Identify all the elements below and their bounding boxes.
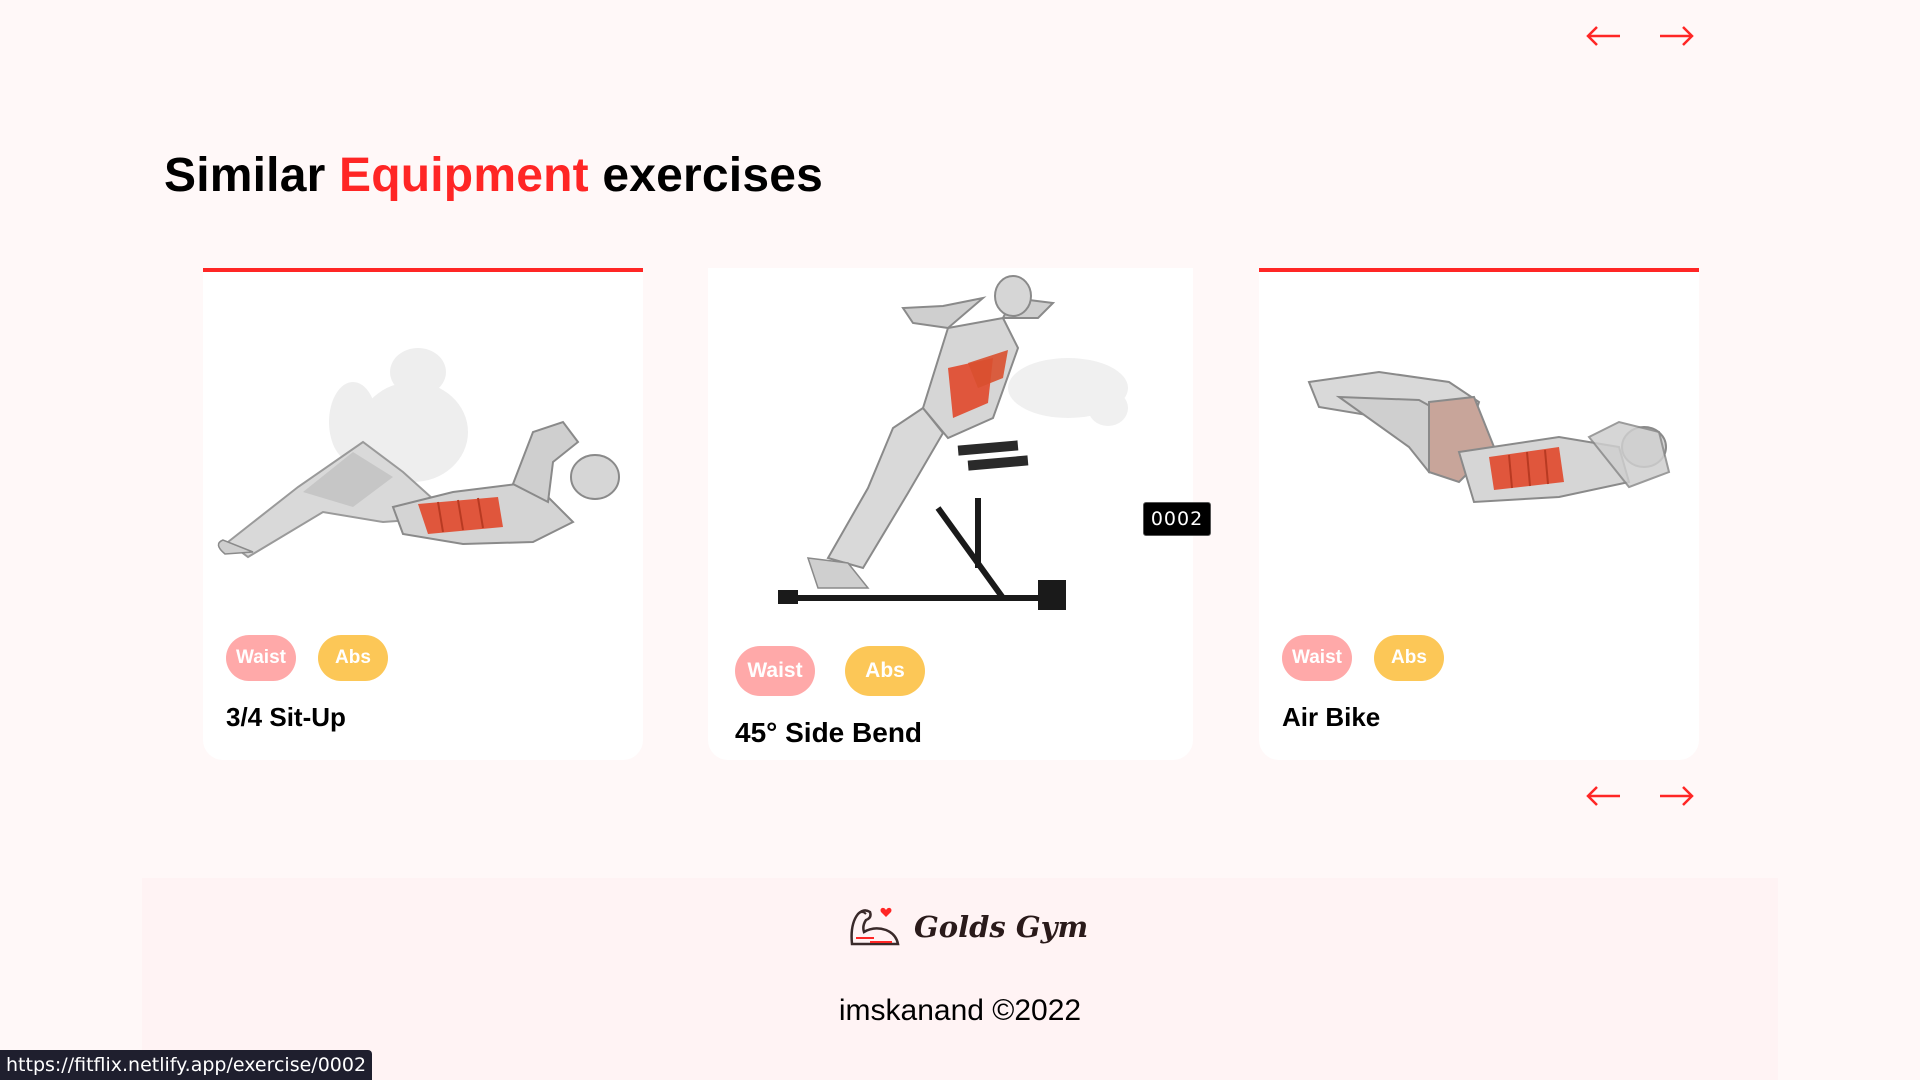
arrow-right-icon: [1660, 26, 1694, 46]
tag-row: Waist Abs: [1282, 635, 1444, 681]
tag-waist-button[interactable]: Waist: [735, 646, 815, 696]
footer: Golds Gym imskanand ©2022: [142, 878, 1778, 1080]
title-prefix: Similar: [164, 149, 340, 202]
exercise-card[interactable]: Waist Abs Air Bike: [1259, 268, 1699, 760]
tag-waist-button[interactable]: Waist: [226, 635, 296, 681]
scroll-right-button[interactable]: [1652, 778, 1700, 814]
exercise-id-tooltip: 0002: [1143, 502, 1211, 536]
tag-abs-button[interactable]: Abs: [318, 635, 388, 681]
brand-name: Golds Gym: [914, 910, 1089, 944]
scroll-right-button[interactable]: [1652, 18, 1700, 54]
exercise-name: 45° Side Bend: [735, 717, 923, 748]
tag-abs-button[interactable]: Abs: [845, 646, 925, 696]
side-bend-illustration: [778, 275, 1128, 610]
copyright-text: imskanand ©2022: [838, 994, 1082, 1027]
situp-illustration: [217, 348, 620, 559]
section-title: Similar Equipment exercises: [164, 148, 823, 203]
status-bar-url: https://fitflix.netlify.app/exercise/000…: [0, 1050, 373, 1080]
flexed-arm-heart-icon: [850, 907, 900, 946]
exercise-card[interactable]: Waist Abs 45° Side Bend: [708, 268, 1193, 760]
scroll-arrows-bottom: [1580, 778, 1700, 814]
page: Similar Equipment exercises Waist Abs 3/…: [0, 0, 1920, 1080]
title-accent: Equipment: [339, 149, 589, 202]
scroll-left-button[interactable]: [1580, 18, 1628, 54]
exercise-name: 3/4 Sit-Up: [226, 702, 346, 732]
arrow-right-icon: [1660, 786, 1694, 806]
scroll-left-button[interactable]: [1580, 778, 1628, 814]
arrow-left-icon: [1586, 786, 1620, 806]
air-bike-illustration: [1307, 370, 1671, 504]
arrow-left-icon: [1586, 26, 1620, 46]
footer-logo[interactable]: Golds Gym: [848, 904, 1088, 950]
tag-row: Waist Abs: [735, 646, 925, 696]
exercise-card[interactable]: Waist Abs 3/4 Sit-Up: [203, 268, 643, 760]
tag-abs-button[interactable]: Abs: [1374, 635, 1444, 681]
title-suffix: exercises: [588, 149, 824, 202]
scroll-arrows-top: [1580, 18, 1700, 54]
exercise-name: Air Bike: [1282, 702, 1381, 732]
tag-waist-button[interactable]: Waist: [1282, 635, 1352, 681]
tag-row: Waist Abs: [226, 635, 388, 681]
